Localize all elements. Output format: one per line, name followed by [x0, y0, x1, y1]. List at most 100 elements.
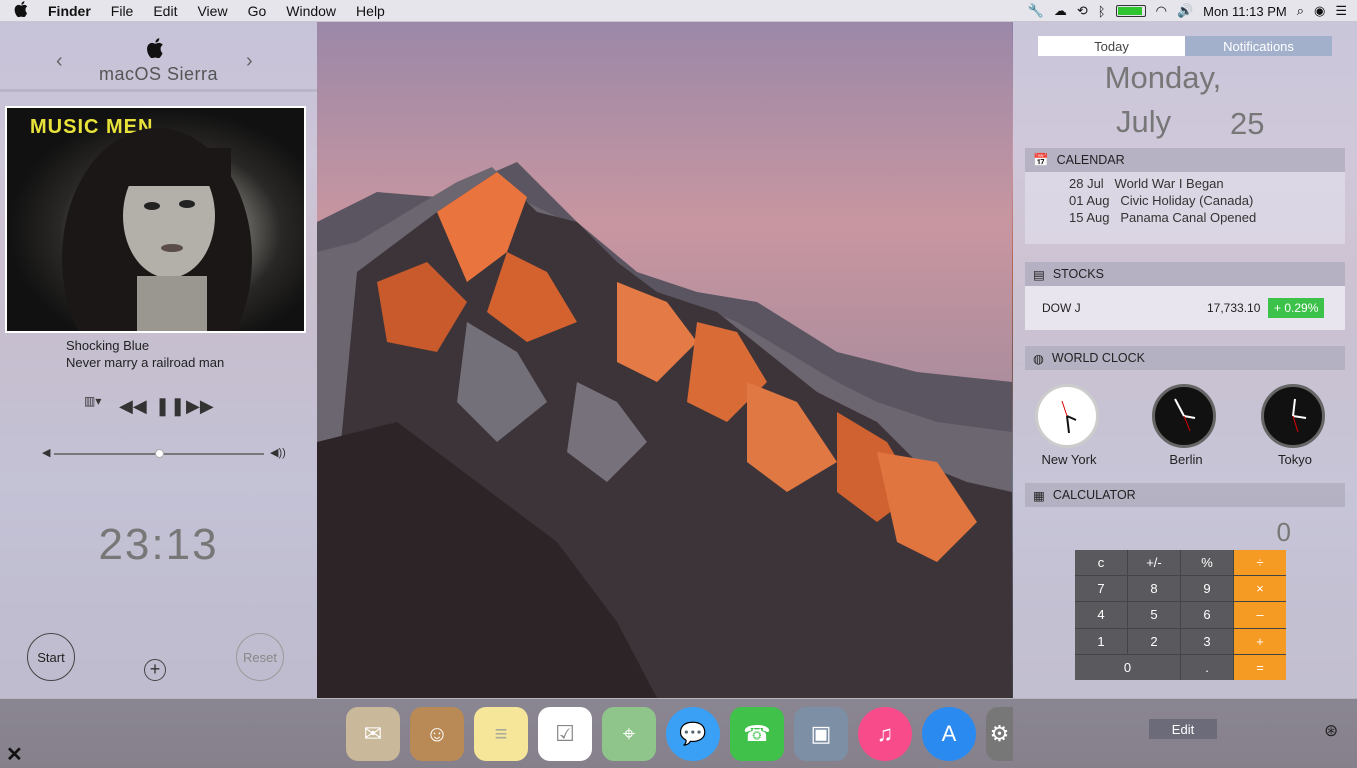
- expand-arrow-icon[interactable]: ⊛: [1324, 721, 1338, 741]
- today-weekday: Monday,: [1104, 60, 1222, 95]
- calendar-icon: 📅: [1033, 152, 1049, 167]
- volume-low-icon: ◀: [42, 447, 51, 459]
- stocks-widget-header[interactable]: ▤ STOCKS: [1025, 262, 1345, 286]
- key-8[interactable]: 8: [1128, 576, 1180, 602]
- calculator-widget-header[interactable]: ▦ CALCULATOR: [1025, 483, 1345, 507]
- event-date: 01 Aug: [1069, 193, 1110, 208]
- stock-symbol: DOW J: [1042, 301, 1081, 315]
- tab-today[interactable]: Today: [1038, 36, 1185, 56]
- key-1[interactable]: 1: [1075, 628, 1127, 654]
- clock-face-new-york: [1035, 384, 1099, 448]
- start-button[interactable]: Start: [27, 633, 75, 681]
- mail-icon[interactable]: ✉: [346, 707, 400, 761]
- siri-icon[interactable]: ◉: [1314, 3, 1325, 19]
- music-widget-title: macOS Sierra: [98, 64, 219, 84]
- calendar-event[interactable]: 15 Aug Panama Canal Opened: [1069, 210, 1256, 225]
- pause-icon[interactable]: ❚❚: [155, 396, 185, 417]
- menu-go[interactable]: Go: [238, 3, 277, 19]
- volume-knob[interactable]: [155, 449, 164, 458]
- menu-window[interactable]: Window: [276, 3, 346, 19]
- bluetooth-icon[interactable]: ᛒ: [1098, 4, 1106, 19]
- maps-icon[interactable]: ⌖: [602, 707, 656, 761]
- key-2[interactable]: 2: [1128, 628, 1180, 654]
- volume-icon[interactable]: 🔊: [1177, 3, 1193, 19]
- battery-icon[interactable]: [1115, 5, 1146, 17]
- next-arrow-icon[interactable]: ›: [246, 50, 253, 73]
- facetime-icon[interactable]: ☎: [730, 707, 784, 761]
- key-percent[interactable]: %: [1181, 550, 1233, 576]
- key-6[interactable]: 6: [1181, 602, 1233, 628]
- apple-menu-icon[interactable]: [0, 1, 38, 20]
- notification-center-icon[interactable]: ☰: [1335, 3, 1347, 19]
- today-notifications-toggle: Today Notifications: [1038, 36, 1332, 56]
- stock-price: 17,733.10: [1207, 301, 1261, 315]
- key-equals[interactable]: =: [1234, 654, 1286, 680]
- key-clear[interactable]: c: [1075, 550, 1127, 576]
- wrench-icon[interactable]: 🔧: [1028, 3, 1044, 19]
- key-9[interactable]: 9: [1181, 576, 1233, 602]
- app-store-icon[interactable]: A: [922, 707, 976, 761]
- photo-viewer-icon[interactable]: ▣: [794, 707, 848, 761]
- stock-change-badge: + 0.29%: [1268, 298, 1325, 318]
- menu-edit[interactable]: Edit: [143, 3, 187, 19]
- city-label: Tokyo: [1278, 452, 1312, 467]
- key-decimal[interactable]: .: [1181, 654, 1233, 680]
- key-subtract[interactable]: –: [1234, 602, 1286, 628]
- itunes-icon[interactable]: ♫: [858, 707, 912, 761]
- fast-forward-icon[interactable]: ▶▶: [186, 396, 214, 417]
- event-title: Panama Canal Opened: [1120, 210, 1257, 225]
- key-multiply[interactable]: ×: [1234, 576, 1286, 602]
- menu-view[interactable]: View: [187, 3, 237, 19]
- stocks-header-label: STOCKS: [1052, 267, 1104, 281]
- calendar-widget-header[interactable]: 📅 CALENDAR: [1025, 148, 1345, 172]
- music-widget-panel: ‹ macOS Sierra › MUSIC MEN Shocking Blue…: [0, 22, 317, 698]
- calculator-header-label: CALCULATOR: [1052, 488, 1136, 502]
- contacts-icon[interactable]: ☺: [410, 707, 464, 761]
- calculator-keypad: c +/- % ÷ 7 8 9 × 4 5 6 – 1 2 3 + 0 . =: [1075, 550, 1286, 680]
- world-clock-header-label: WORLD CLOCK: [1051, 351, 1145, 365]
- key-sign[interactable]: +/-: [1128, 550, 1180, 576]
- tab-notifications[interactable]: Notifications: [1185, 36, 1332, 56]
- clock-face-berlin: [1152, 384, 1216, 448]
- stock-row[interactable]: DOW J 17,733.10 + 0.29%: [1025, 286, 1345, 330]
- today-date: 25: [1230, 106, 1265, 141]
- stocks-chart-icon: ▤: [1033, 267, 1045, 282]
- portrait-photo: [62, 128, 252, 331]
- wifi-icon[interactable]: ◠: [1156, 3, 1167, 19]
- reset-button[interactable]: Reset: [236, 633, 284, 681]
- calendar-event[interactable]: 01 Aug Civic Holiday (Canada): [1069, 193, 1253, 208]
- today-month: July: [1116, 104, 1172, 139]
- time-machine-icon[interactable]: ⟲: [1077, 3, 1088, 19]
- key-4[interactable]: 4: [1075, 602, 1127, 628]
- view-options-icon[interactable]: ▥▾: [84, 394, 101, 408]
- reminders-icon[interactable]: ☑: [538, 707, 592, 761]
- world-clock-widget-header[interactable]: ◍ WORLD CLOCK: [1025, 346, 1345, 370]
- calendar-header-label: CALENDAR: [1056, 153, 1125, 167]
- music-header: ‹ macOS Sierra ›: [0, 22, 317, 92]
- event-title: Civic Holiday (Canada): [1120, 193, 1254, 208]
- menu-extras: 🔧 ☁ ⟲ ᛒ ◠ 🔊 Mon 11:13 PM ⌕ ◉ ☰: [1028, 0, 1347, 22]
- menu-finder[interactable]: Finder: [38, 3, 101, 19]
- key-5[interactable]: 5: [1128, 602, 1180, 628]
- clock-face-tokyo: [1261, 384, 1325, 448]
- notes-icon[interactable]: ≡: [474, 707, 528, 761]
- key-7[interactable]: 7: [1075, 576, 1127, 602]
- calculator-icon: ▦: [1033, 488, 1045, 503]
- key-0[interactable]: 0: [1075, 654, 1180, 680]
- rewind-icon[interactable]: ◀◀: [119, 396, 147, 417]
- menu-clock[interactable]: Mon 11:13 PM: [1203, 4, 1287, 19]
- messages-icon[interactable]: 💬: [666, 707, 720, 761]
- key-divide[interactable]: ÷: [1234, 550, 1286, 576]
- mountain-wallpaper: [317, 22, 1012, 698]
- key-3[interactable]: 3: [1181, 628, 1233, 654]
- system-preferences-icon[interactable]: ⚙: [986, 707, 1013, 761]
- close-icon[interactable]: ✕: [6, 742, 23, 767]
- menu-file[interactable]: File: [101, 3, 144, 19]
- spotlight-search-icon[interactable]: ⌕: [1297, 3, 1304, 19]
- edit-button[interactable]: Edit: [1149, 719, 1217, 739]
- key-add[interactable]: +: [1234, 628, 1286, 654]
- cloud-icon[interactable]: ☁: [1054, 3, 1067, 19]
- menu-help[interactable]: Help: [346, 3, 395, 19]
- calendar-event[interactable]: 28 Jul World War I Began: [1069, 176, 1224, 191]
- add-button[interactable]: +: [144, 659, 166, 681]
